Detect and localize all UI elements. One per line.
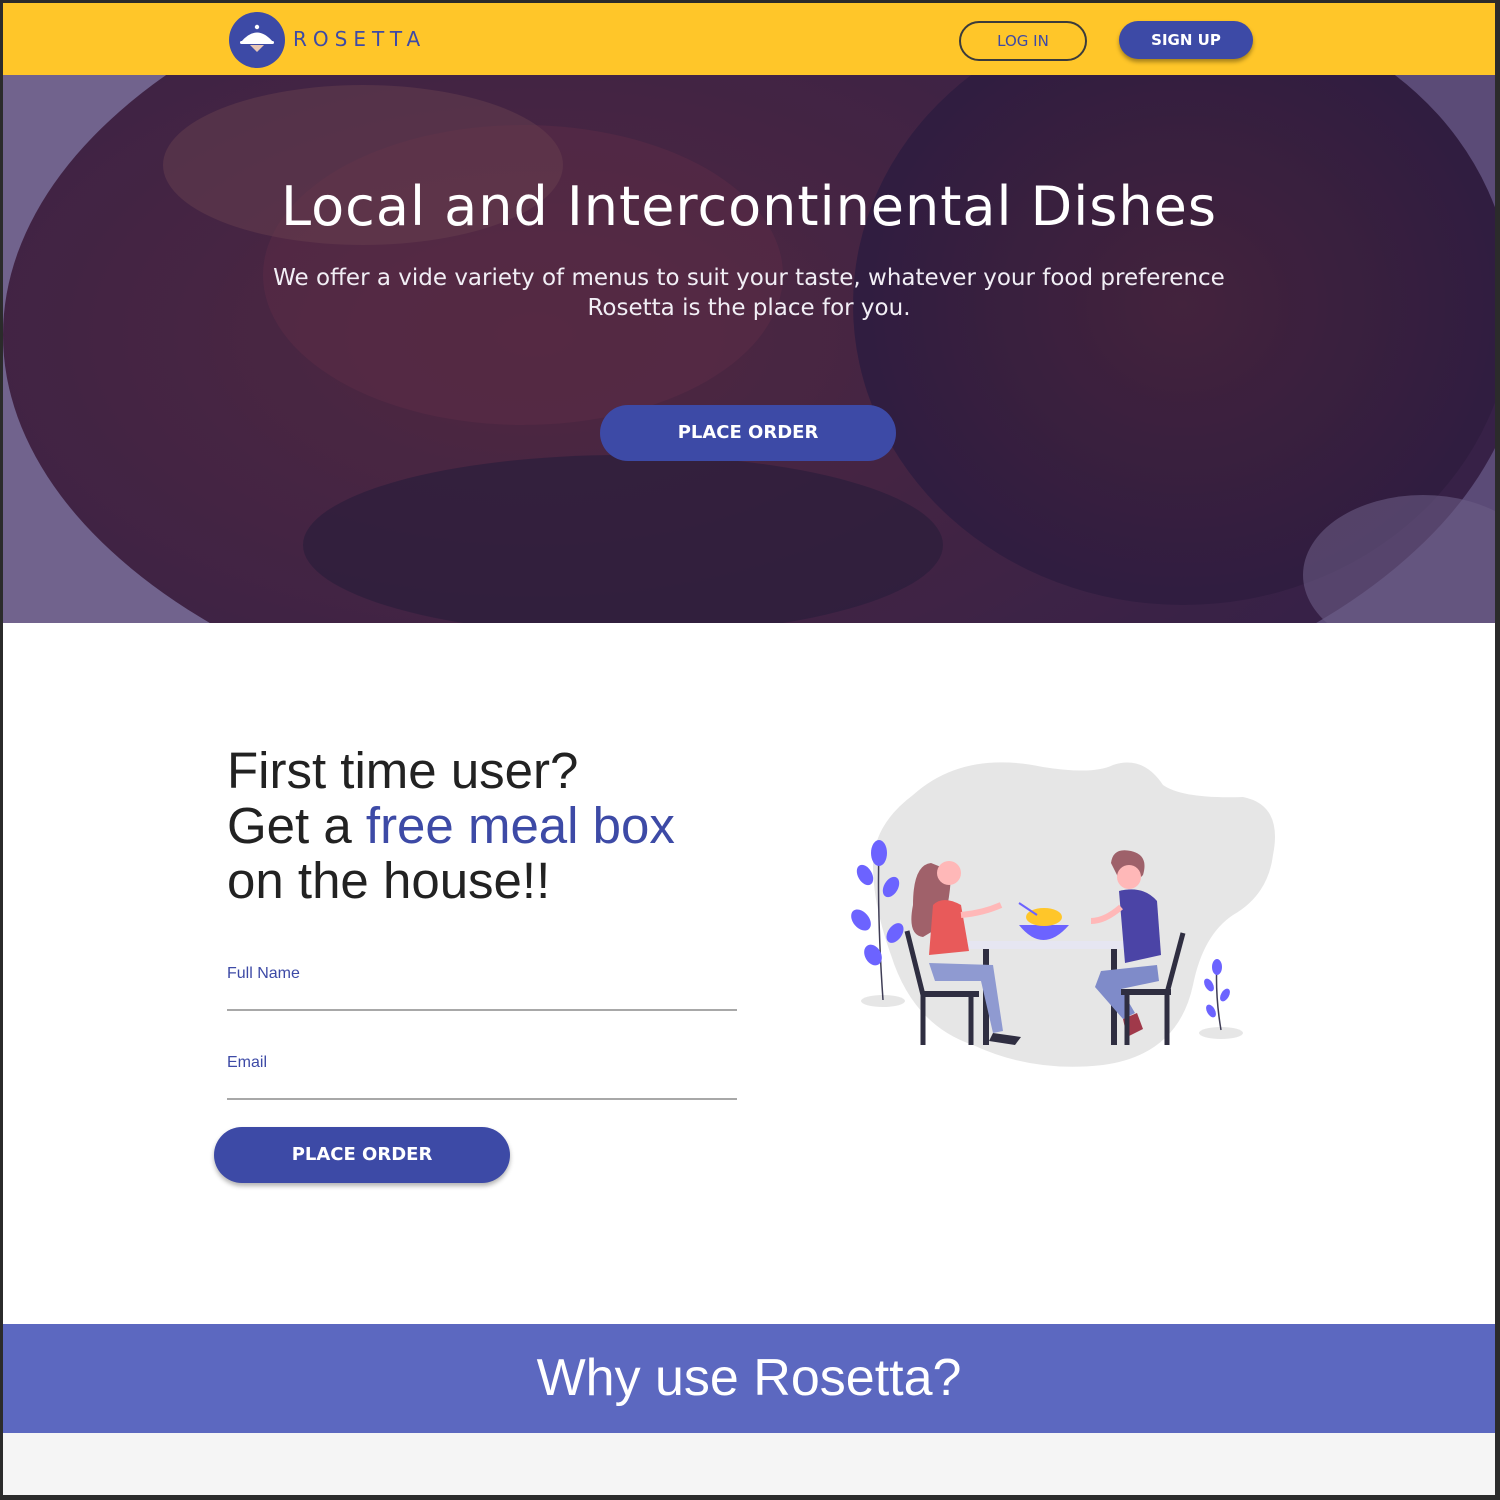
top-navbar: ROSETTA LOG IN SIGN UP bbox=[3, 3, 1495, 75]
hero-section: Local and Intercontinental Dishes We off… bbox=[3, 75, 1495, 623]
features-area bbox=[3, 1433, 1495, 1495]
chef-hat-logo-icon[interactable] bbox=[228, 11, 286, 69]
signup-place-order-button[interactable]: PLACE ORDER bbox=[214, 1127, 510, 1183]
why-section-banner: Why use Rosetta? bbox=[3, 1324, 1495, 1433]
signup-heading-line2-prefix: Get a bbox=[227, 797, 366, 854]
page: ROSETTA LOG IN SIGN UP Local and Interco… bbox=[3, 3, 1495, 1495]
why-title: Why use Rosetta? bbox=[536, 1349, 962, 1407]
signup-heading-line1: First time user? bbox=[227, 742, 579, 799]
free-meal-box-highlight: free meal box bbox=[365, 797, 675, 854]
couple-dining-illustration bbox=[851, 762, 1275, 1067]
hero-food-image bbox=[3, 75, 1495, 623]
email-label: Email bbox=[227, 1054, 268, 1071]
email-input[interactable] bbox=[227, 1076, 737, 1100]
full-name-input[interactable] bbox=[227, 987, 737, 1011]
hero-place-order-button[interactable]: PLACE ORDER bbox=[600, 405, 896, 461]
signup-button[interactable]: SIGN UP bbox=[1119, 21, 1253, 59]
signup-heading: First time user? Get a free meal box on … bbox=[227, 743, 787, 908]
signup-heading-line2: Get a free meal box bbox=[227, 798, 787, 853]
full-name-field: Full Name bbox=[227, 965, 737, 1011]
full-name-label: Full Name bbox=[227, 965, 300, 982]
brand-name[interactable]: ROSETTA bbox=[293, 27, 426, 51]
hero-title: Local and Intercontinental Dishes bbox=[281, 175, 1217, 238]
email-field: Email bbox=[227, 1054, 737, 1100]
login-button[interactable]: LOG IN bbox=[959, 21, 1087, 61]
signup-heading-line3: on the house!! bbox=[227, 852, 551, 909]
hero-subtitle: We offer a vide variety of menus to suit… bbox=[273, 265, 1225, 321]
